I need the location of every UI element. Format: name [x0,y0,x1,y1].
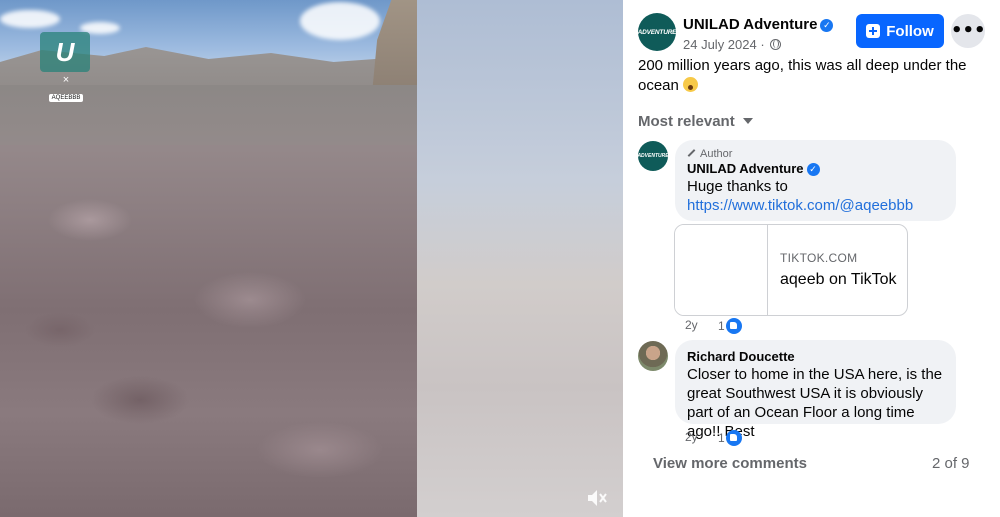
view-more-comments-link[interactable]: View more comments [653,455,807,472]
comment-age[interactable]: 2y [685,430,698,444]
speaker-muted-icon[interactable] [585,487,609,509]
page-name[interactable]: UNILAD Adventure [683,16,817,33]
verified-badge-icon: ✓ [806,163,820,176]
follow-label: Follow [886,22,934,40]
comment-author[interactable]: Richard Doucette [687,348,944,365]
video-blur-background [417,0,623,517]
caret-down-icon [742,118,753,124]
like-reaction-icon [725,318,742,334]
sort-label: Most relevant [638,113,735,130]
pencil-icon [687,149,696,157]
comment-avatar[interactable] [638,341,668,371]
watermark-tag: AQEEBBB [48,94,84,102]
link-preview-domain: TIKTOK.COM [780,251,858,265]
comment-text: Huge thanks to [687,178,788,195]
post-panel: ADVENTURE UNILAD Adventure ✓ 24 July 2024… [623,0,1000,517]
follow-plus-icon [866,24,881,38]
cloud [300,2,380,40]
post-caption: 200 million years ago, this was all deep… [638,56,978,95]
author-tag-label: Author [700,148,733,160]
page-name-row: UNILAD Adventure ✓ [683,16,834,33]
comment-sort-dropdown[interactable]: Most relevant [638,113,753,130]
post-date[interactable]: 24 July 2024 [683,37,757,52]
media-viewer[interactable]: U × AQEEBBB [0,0,623,517]
post-meta: 24 July 2024 · [683,37,782,52]
meta-separator: · [760,37,765,52]
author-badge: Author [687,148,944,160]
like-reaction-icon [725,430,742,446]
astonished-emoji-icon [683,76,699,92]
video-frame[interactable]: U × AQEEBBB [0,0,417,517]
unilad-watermark-icon: U [40,32,90,72]
comment-age[interactable]: 2y [685,318,698,332]
page-avatar[interactable]: ADVENTURE [638,13,677,51]
comment-reactions[interactable]: 1 [718,430,742,446]
comment-count: 2 of 9 [932,455,970,472]
comment-reactions[interactable]: 1 [718,318,742,334]
comment-link[interactable]: https://www.tiktok.com/@aqeebbb [687,196,944,216]
globe-icon [770,39,782,50]
cloud [0,10,60,28]
video-watermark: U × AQEEBBB [40,32,92,102]
watermark-x: × [62,74,70,86]
more-options-button[interactable]: ••• [951,14,986,48]
link-preview-card[interactable]: TIKTOK.COM aqeeb on TikTok [674,224,908,316]
comment-author-row: UNILAD Adventure ✓ [687,160,944,177]
comment-bubble: Richard Doucette Closer to home in the U… [675,340,956,440]
reaction-count: 1 [718,431,725,445]
comment-bubble: Author UNILAD Adventure ✓ Huge thanks to … [675,140,956,221]
comment-avatar[interactable]: ADVENTURE [637,141,669,171]
follow-button[interactable]: Follow [856,14,944,48]
link-preview-thumbnail [675,225,768,315]
link-preview-title: aqeeb on TikTok [780,271,897,288]
reaction-count: 1 [718,319,725,333]
verified-badge-icon: ✓ [820,19,834,32]
comment-author[interactable]: UNILAD Adventure [687,161,804,176]
